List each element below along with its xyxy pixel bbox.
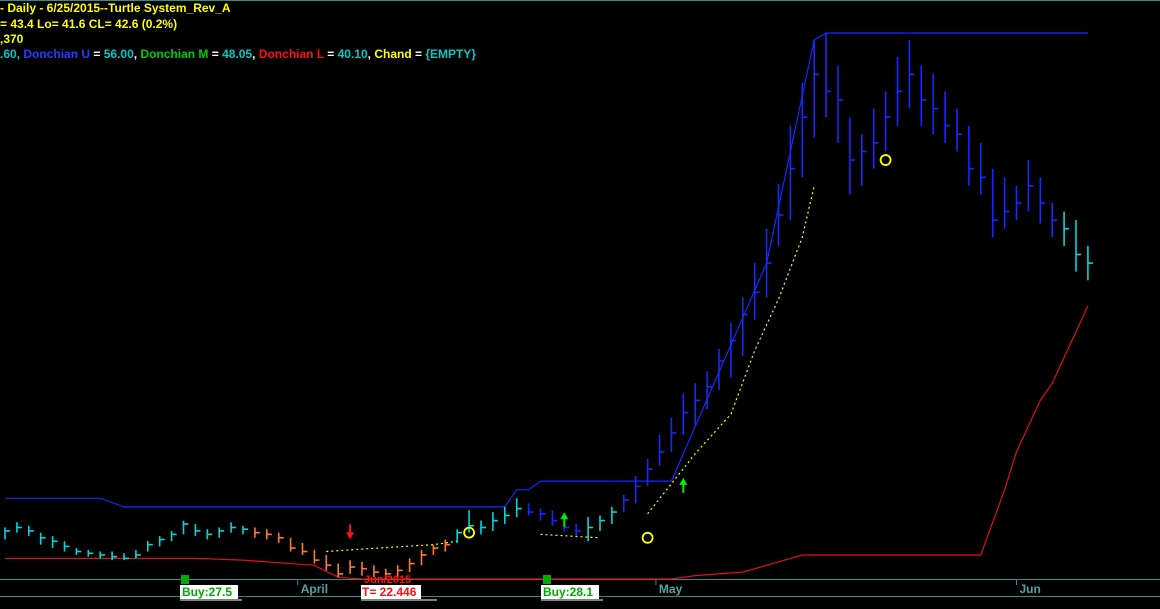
legend-prefix: .60,: [0, 47, 21, 61]
label-text: Buy:28.1: [543, 585, 593, 599]
buy-label-2: Buy:28.1: [541, 585, 603, 601]
legend-donchian-u-label: Donchian U: [23, 47, 91, 61]
legend-donchian-u-value: 56.00: [103, 47, 134, 61]
plot-background: [0, 0, 1160, 609]
volume-readout: ,370: [0, 32, 24, 46]
x-tick-label: May: [659, 582, 683, 596]
buy-marker-icon: [181, 575, 189, 584]
ohlc-readout: = 43.4 Lo= 41.6 CL= 42.6 (0.2%): [0, 17, 178, 31]
x-tick-label: Jun: [1020, 582, 1041, 596]
label-text: Buy:27.5: [182, 585, 232, 599]
chart-title: - Daily - 6/25/2015--Turtle System_Rev_A: [0, 1, 231, 15]
x-tick-label: April: [301, 582, 328, 596]
buy-label-1: Buy:27.5: [180, 585, 242, 601]
legend-donchian-m-value: 48.05: [222, 47, 253, 61]
legend-donchian-l-value: 40.10: [337, 47, 368, 61]
legend-chand-label: Chand: [374, 47, 412, 61]
legend-donchian-l-label: Donchian L: [258, 47, 324, 61]
buy-marker-icon: [543, 575, 551, 584]
indicator-legend: .60, Donchian U = 56.00, Donchian M = 48…: [0, 47, 477, 61]
price-chart: Buy:27.5 Buy:28.1Jun/2015T= 22.446 April M…: [0, 0, 1160, 609]
label-text: T= 22.446: [362, 585, 417, 599]
legend-donchian-m-label: Donchian M: [140, 47, 209, 61]
legend-chand-value: {EMPTY}: [425, 47, 477, 61]
